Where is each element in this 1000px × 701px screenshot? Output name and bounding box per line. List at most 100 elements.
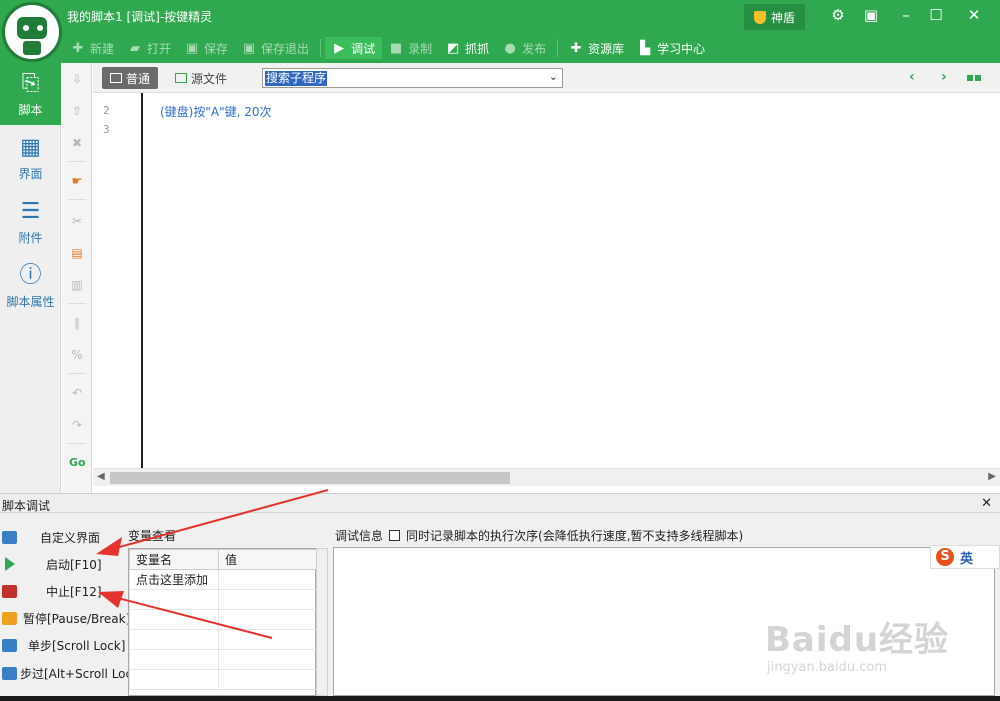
sidebar-item-ui[interactable]: ▦ 界面 [0,127,61,189]
comment-icon[interactable]: ∥ [69,315,85,331]
sidebar-item-label: 脚本 [18,103,43,117]
table-row[interactable]: 点击这里添加 [129,569,317,590]
record-order-label: 同时记录脚本的执行次序(会降低执行速度,暂不支持多线程脚本) [406,529,744,543]
scroll-right-icon[interactable]: ▶ [988,471,996,482]
left-nav: ⎘ 脚本 ▦ 界面 ☰ 附件 ⓘ 脚本属性 [0,63,61,493]
cut-icon[interactable]: ✂ [69,213,85,229]
restore-icon[interactable]: ▣ [857,3,885,27]
strip-divider [68,199,86,200]
step-label: 单步[Scroll Lock] [28,638,126,653]
arrow-down-icon[interactable]: ⇩ [69,71,85,87]
subroutine-search-combo[interactable]: 搜索子程序 ⌄ [262,68,563,88]
debug-button[interactable]: ▶ 调试 [325,37,383,59]
scrollbar-thumb[interactable] [110,472,510,484]
strip-divider [68,443,86,444]
sidebar-item-attachment[interactable]: ☰ 附件 [0,191,61,253]
minimize-icon[interactable]: – [892,3,920,27]
grab-button[interactable]: ◩ 抓抓 [439,37,496,59]
pause-label: 暂停[Pause/Break] [23,611,131,626]
save-exit-button[interactable]: ▣ 保存退出 [235,37,316,59]
strip-divider [68,161,86,162]
gear-icon[interactable]: ⚙ [824,3,852,27]
delete-icon[interactable]: ✖ [69,135,85,151]
shield-button[interactable]: 神盾 [744,4,806,30]
code-editor[interactable]: 2 3 (键盘)按"A"键, 20次 [93,93,1000,468]
title-bar: 我的脚本1 [调试]-按键精灵 神盾 ⚙ ▣ – ☐ ✕ ✚ 新建 ▰ 打开 ▣… [0,0,1000,63]
sidebar-item-script[interactable]: ⎘ 脚本 [0,63,61,125]
open-button[interactable]: ▰ 打开 [121,37,178,59]
copy-icon[interactable]: ▤ [69,245,85,261]
strip-divider [68,373,86,374]
tab-normal-label: 普通 [126,71,151,86]
variable-table-scrollbar[interactable] [316,548,328,696]
resource-library-button[interactable]: ✚ 资源库 [562,37,631,59]
paste-icon[interactable]: ▥ [69,277,85,293]
publish-label: 发布 [522,41,547,56]
watermark: Baidu经验 jingyan.baidu.com [765,590,995,685]
save-exit-icon: ▣ [242,40,256,56]
close-icon[interactable]: ✕ [981,496,992,511]
watermark-sub: jingyan.baidu.com [767,660,887,675]
sidebar-item-script-properties[interactable]: ⓘ 脚本属性 [0,255,61,317]
window-title: 我的脚本1 [调试]-按键精灵 [67,10,213,24]
source-file-icon [175,73,187,83]
sidebar-item-label: 脚本属性 [6,295,55,309]
custom-ui-label: 自定义界面 [40,530,101,545]
line-number: 3 [103,123,110,136]
table-row [129,649,317,670]
chevron-right-icon[interactable]: › [941,69,947,85]
publish-icon: ● [504,40,516,56]
code-line[interactable]: (键盘)按"A"键, 20次 [160,103,272,120]
grab-icon: ◩ [446,40,460,56]
edit-strip: ⇩ ⇧ ✖ ☛ ✂ ▤ ▥ ∥ % ↶ ↷ Go [62,63,92,493]
goto-icon[interactable]: Go [69,455,86,471]
taskbar-edge [0,696,1000,701]
resource-library-label: 资源库 [588,41,625,56]
debug-label: 调试 [351,41,376,56]
ui-grid-icon: ▦ [20,135,41,160]
hand-icon[interactable]: ☛ [69,173,85,189]
stop-icon [2,584,17,598]
pause-icon [2,611,17,625]
add-variable-cell[interactable]: 点击这里添加 [129,569,219,590]
horizontal-scrollbar[interactable]: ◀ ▶ [93,468,1000,486]
gutter-divider [141,93,143,468]
new-button[interactable]: ✚ 新建 [64,37,121,59]
variable-table[interactable]: 变量名 值 点击这里添加 [128,548,317,696]
table-row [129,609,317,630]
close-icon[interactable]: ✕ [960,3,988,27]
publish-button[interactable]: ● 发布 [496,37,553,59]
sidebar-item-label: 附件 [18,231,43,245]
layout-grid-icon[interactable] [967,69,989,87]
undo-icon[interactable]: ↶ [69,385,85,401]
custom-ui-icon [2,530,17,544]
ime-indicator[interactable]: S 英 [930,545,1000,569]
main-toolbar: ✚ 新建 ▰ 打开 ▣ 保存 ▣ 保存退出 ▶ 调试 ■ 录制 ◩ 抓抓 ● 发… [64,36,712,60]
tab-normal[interactable]: 普通 [102,67,159,89]
new-label: 新建 [90,41,115,56]
strip-divider [68,303,86,304]
variable-view-label: 变量查看 [128,529,177,543]
scroll-left-icon[interactable]: ◀ [97,471,105,482]
save-button[interactable]: ▣ 保存 [178,37,235,59]
chevron-left-icon[interactable]: ‹ [909,69,915,85]
attachment-icon: ☰ [20,199,41,224]
record-button[interactable]: ■ 录制 [382,37,439,59]
record-order-checkbox[interactable] [389,530,401,541]
chevron-down-icon[interactable]: ⌄ [549,70,558,83]
save-label: 保存 [204,41,229,56]
column-header-name[interactable]: 变量名 [129,549,219,570]
redo-icon[interactable]: ↷ [69,417,85,433]
arrow-up-icon[interactable]: ⇧ [69,103,85,119]
save-exit-label: 保存退出 [261,41,310,56]
start-label: 启动[F10] [46,557,102,572]
column-header-value[interactable]: 值 [218,549,317,570]
learning-center-button[interactable]: ▙ 学习中心 [631,37,712,59]
uncomment-icon[interactable]: % [69,347,85,363]
script-icon: ⎘ [21,71,40,96]
maximize-icon[interactable]: ☐ [922,3,950,27]
subroutine-search-value: 搜索子程序 [265,71,328,86]
table-cell[interactable] [218,569,317,590]
tab-source[interactable]: 源文件 [167,67,235,89]
info-icon: ⓘ [19,263,42,288]
